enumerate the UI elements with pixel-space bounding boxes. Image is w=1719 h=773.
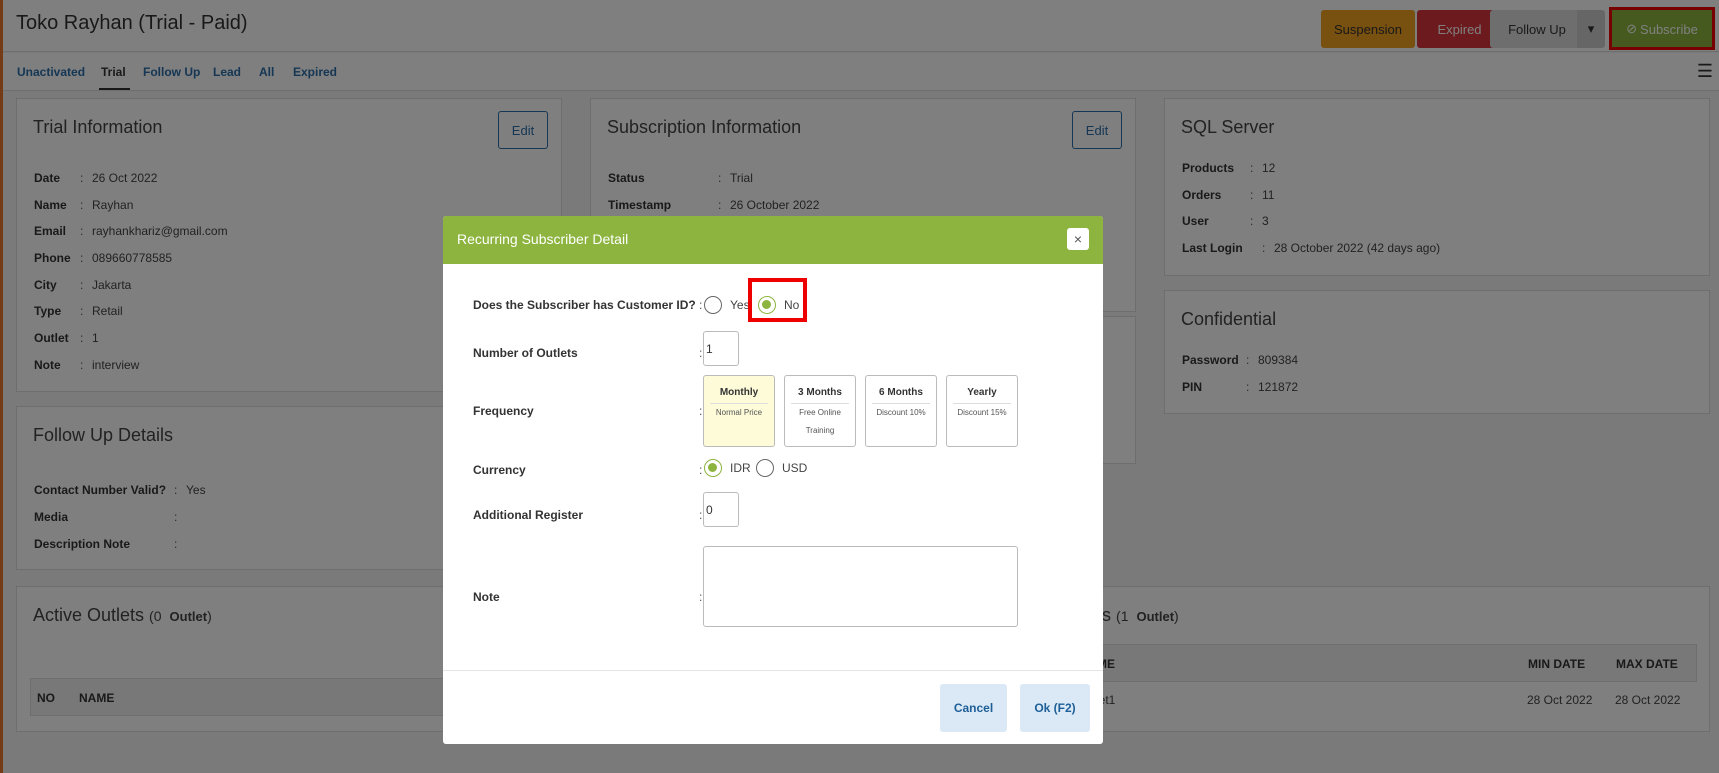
modal-footer-divider <box>443 670 1103 671</box>
colon: : <box>699 298 703 312</box>
cancel-button[interactable]: Cancel <box>940 684 1007 732</box>
colon: : <box>699 346 703 360</box>
note-label: Note <box>473 590 500 604</box>
frequency-label: Frequency <box>473 404 534 418</box>
additional-register-input[interactable]: 0 <box>703 492 739 527</box>
recurring-subscriber-modal: Recurring Subscriber Detail × Does the S… <box>443 216 1103 744</box>
close-icon[interactable]: × <box>1067 228 1089 250</box>
colon: : <box>699 404 703 418</box>
modal-title: Recurring Subscriber Detail <box>457 231 629 247</box>
note-textarea[interactable] <box>703 546 1018 627</box>
ok-button[interactable]: Ok (F2) <box>1020 684 1090 732</box>
customer-id-yes-label: Yes <box>730 298 750 312</box>
frequency-monthly[interactable]: Monthly Normal Price <box>703 375 775 447</box>
currency-label: Currency <box>473 463 526 477</box>
customer-id-no-radio[interactable] <box>758 296 776 314</box>
currency-usd-radio[interactable] <box>756 459 774 477</box>
currency-usd-label: USD <box>782 461 808 475</box>
customer-id-label: Does the Subscriber has Customer ID? <box>473 298 696 312</box>
customer-id-no-label: No <box>784 298 800 312</box>
modal-header: Recurring Subscriber Detail × <box>443 216 1103 264</box>
currency-idr-label: IDR <box>730 461 751 475</box>
outlets-input[interactable]: 1 <box>703 331 739 366</box>
outlets-label: Number of Outlets <box>473 346 578 360</box>
currency-idr-radio[interactable] <box>704 459 722 477</box>
additional-register-label: Additional Register <box>473 508 584 522</box>
colon: : <box>699 590 703 604</box>
frequency-6-months[interactable]: 6 Months Discount 10% <box>865 375 937 447</box>
colon: : <box>699 463 703 477</box>
frequency-yearly[interactable]: Yearly Discount 15% <box>946 375 1018 447</box>
frequency-3-months[interactable]: 3 Months Free Online Training <box>784 375 856 447</box>
customer-id-yes-radio[interactable] <box>704 296 722 314</box>
colon: : <box>699 508 703 522</box>
